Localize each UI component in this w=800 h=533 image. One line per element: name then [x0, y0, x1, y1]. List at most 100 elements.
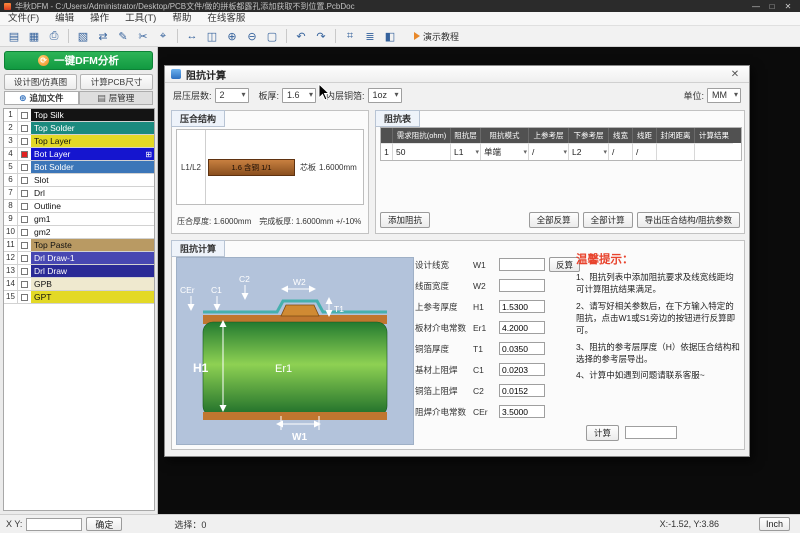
- redo-icon[interactable]: ↷: [312, 28, 330, 45]
- undo-icon[interactable]: ↶: [292, 28, 310, 45]
- impedance-layer-select[interactable]: L1: [451, 143, 481, 160]
- layer-checkbox[interactable]: [21, 216, 28, 223]
- close-button[interactable]: ✕: [780, 2, 796, 11]
- measure-icon[interactable]: ↔: [183, 28, 201, 45]
- layer-row[interactable]: 11 Top Paste: [4, 239, 154, 252]
- layer-checkbox[interactable]: [21, 255, 28, 262]
- layer-checkbox[interactable]: [21, 229, 28, 236]
- top-width-input[interactable]: [499, 279, 545, 292]
- edit-trace-icon[interactable]: ✎: [114, 28, 132, 45]
- layer-list-icon[interactable]: ≣: [361, 28, 379, 45]
- layer-checkbox[interactable]: [21, 281, 28, 288]
- layer-checkbox[interactable]: [21, 125, 28, 132]
- row-index: 1: [381, 143, 393, 160]
- menu-help[interactable]: 帮助: [164, 12, 199, 26]
- mask-dielectric-input[interactable]: [499, 405, 545, 418]
- layer-row[interactable]: 10 gm2: [4, 226, 154, 239]
- design-width-input[interactable]: [499, 258, 545, 271]
- impedance-mode-select[interactable]: 单端: [481, 143, 529, 160]
- layer-row[interactable]: 6 Slot: [4, 174, 154, 187]
- flip-board-icon[interactable]: ⇄: [94, 28, 112, 45]
- toolbar-separator: [177, 29, 178, 43]
- layer-row[interactable]: 8 Outline: [4, 200, 154, 213]
- tutorial-button[interactable]: 演示教程: [408, 29, 465, 44]
- impedance-table-group: 阻抗表 需求阻抗(ohm) 阻抗层 阻抗模式 上参考层 下参考层 线宽 线距 封…: [375, 110, 745, 234]
- zoom-in-icon[interactable]: ⊕: [223, 28, 241, 45]
- tab-append-file[interactable]: ⊕ 追加文件: [4, 91, 79, 105]
- line-gap-cell[interactable]: /: [633, 143, 657, 160]
- copper-thickness-input[interactable]: [499, 342, 545, 355]
- export-stackup-button[interactable]: 导出压合结构/阻抗参数: [637, 212, 740, 228]
- locate-icon[interactable]: ⌖: [154, 28, 172, 45]
- compare-icon[interactable]: ◧: [381, 28, 399, 45]
- board-view-icon[interactable]: ▧: [74, 28, 92, 45]
- menu-online-service[interactable]: 在线客服: [199, 12, 253, 26]
- cut-icon[interactable]: ✂: [134, 28, 152, 45]
- layer-row[interactable]: 2 Top Solder: [4, 122, 154, 135]
- layer-row[interactable]: 15 GPT: [4, 291, 154, 304]
- board-thickness-select[interactable]: 1.6: [282, 88, 316, 103]
- dialog-title: 阻抗计算: [186, 67, 727, 82]
- layer-row[interactable]: 7 Drl: [4, 187, 154, 200]
- zoom-out-icon[interactable]: ⊖: [243, 28, 261, 45]
- print-icon[interactable]: ⎙: [45, 28, 63, 45]
- impedance-cross-section-diagram: CEr C1 C2 W2 T1 H1 Er1 W1: [176, 257, 414, 445]
- add-impedance-button[interactable]: 添加阻抗: [380, 212, 430, 228]
- layer-row[interactable]: 3 Top Layer: [4, 135, 154, 148]
- layer-checkbox[interactable]: [21, 112, 28, 119]
- panelize-icon[interactable]: ◫: [203, 28, 221, 45]
- mask-on-copper-input[interactable]: [499, 384, 545, 397]
- inner-copper-select[interactable]: 1oz: [368, 88, 402, 103]
- calc-all-button[interactable]: 全部计算: [583, 212, 633, 228]
- menu-operate[interactable]: 操作: [82, 12, 117, 26]
- layer-row[interactable]: 5 Bot Solder: [4, 161, 154, 174]
- dialog-close-button[interactable]: ✕: [727, 69, 743, 80]
- tab-layer-manager[interactable]: ▤ 层管理: [79, 91, 154, 105]
- grid-icon[interactable]: ⌗: [341, 28, 359, 45]
- layer-checkbox[interactable]: [21, 203, 28, 210]
- layer-row[interactable]: 9 gm1: [4, 213, 154, 226]
- layer-checkbox[interactable]: [21, 268, 28, 275]
- maximize-button[interactable]: □: [764, 2, 780, 11]
- reverse-all-button[interactable]: 全部反算: [529, 212, 579, 228]
- required-impedance-cell[interactable]: 50: [393, 143, 451, 160]
- layer-row[interactable]: 13 Drl Draw: [4, 265, 154, 278]
- calc-pcb-size-button[interactable]: 计算PCB尺寸: [80, 74, 153, 90]
- layer-row[interactable]: 12 Drl Draw-1: [4, 252, 154, 265]
- unit-select[interactable]: MM: [707, 88, 741, 103]
- one-click-dfm-button[interactable]: ⟳ 一键DFM分析: [4, 51, 153, 70]
- minimize-button[interactable]: —: [748, 2, 764, 11]
- design-view-button[interactable]: 设计图/仿真图: [4, 74, 77, 90]
- layer-row[interactable]: 14 GPB: [4, 278, 154, 291]
- mask-on-substrate-input[interactable]: [499, 363, 545, 376]
- unit-toggle-button[interactable]: Inch: [759, 517, 790, 531]
- lower-ref-select[interactable]: L2: [569, 143, 609, 160]
- save-icon[interactable]: ▦: [25, 28, 43, 45]
- layer-checkbox[interactable]: [21, 164, 28, 171]
- layer-row[interactable]: 4 Bot Layer: [4, 148, 154, 161]
- menu-file[interactable]: 文件(F): [0, 12, 47, 26]
- layer-checkbox[interactable]: [21, 242, 28, 249]
- line-width-cell[interactable]: /: [609, 143, 633, 160]
- layer-checkbox[interactable]: [21, 294, 28, 301]
- menu-tools[interactable]: 工具(T): [117, 12, 164, 26]
- layer-count-select[interactable]: 2: [215, 88, 249, 103]
- layer-checkbox[interactable]: [21, 151, 28, 158]
- open-folder-icon[interactable]: ▤: [5, 28, 23, 45]
- layer-checkbox[interactable]: [21, 177, 28, 184]
- dielectric-constant-input[interactable]: [499, 321, 545, 334]
- upper-ref-thickness-input[interactable]: [499, 300, 545, 313]
- tip-line: 1、阻抗列表中添加阻抗要求及线宽线距均可计算阻抗结果满足。: [576, 271, 740, 296]
- confirm-button[interactable]: 确定: [86, 517, 122, 531]
- core-bar[interactable]: 1.6 含铜 1/1: [208, 159, 295, 176]
- layer-checkbox[interactable]: [21, 190, 28, 197]
- layer-checkbox[interactable]: [21, 138, 28, 145]
- tip-line: 2、请写好相关参数后，在下方输入特定的阻抗，点击W1或S1旁边的按钮进行反算即可…: [576, 300, 740, 337]
- menu-edit[interactable]: 编辑: [47, 12, 82, 26]
- impedance-table: 需求阻抗(ohm) 阻抗层 阻抗模式 上参考层 下参考层 线宽 线距 封闭距离 …: [380, 127, 742, 161]
- layer-row[interactable]: 1 Top Silk: [4, 109, 154, 122]
- shield-distance-cell[interactable]: [657, 143, 695, 160]
- zoom-fit-icon[interactable]: ▢: [263, 28, 281, 45]
- xy-input[interactable]: [26, 518, 82, 531]
- upper-ref-select[interactable]: /: [529, 143, 569, 160]
